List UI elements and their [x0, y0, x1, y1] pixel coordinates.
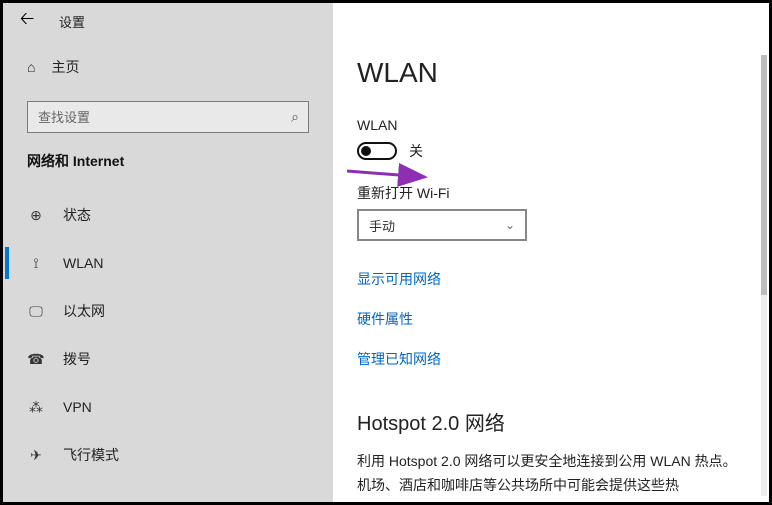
- nav-item-wlan[interactable]: ⟟ WLAN: [3, 239, 333, 287]
- window-title: 设置: [59, 12, 85, 31]
- nav-item-vpn[interactable]: ⁂ VPN: [3, 383, 333, 431]
- link-show-networks[interactable]: 显示可用网络: [357, 269, 769, 289]
- back-button[interactable]: 🡠: [9, 3, 45, 39]
- ethernet-icon: 🖵: [27, 303, 45, 320]
- nav-item-dialup[interactable]: ☎ 拨号: [3, 335, 333, 383]
- nav-label: VPN: [63, 399, 92, 415]
- sidebar: 🡠 设置 ⌂ 主页 ⌕ 网络和 Internet ⊕ 状态 ⟟ WLAN 🖵 以…: [3, 3, 333, 502]
- nav-item-status[interactable]: ⊕ 状态: [3, 191, 333, 239]
- wlan-toggle[interactable]: [357, 142, 397, 160]
- search-input[interactable]: [27, 101, 309, 133]
- content-pane: WLAN WLAN 关 重新打开 Wi-Fi 手动 ⌄ 显示可用网络 硬件属性 …: [333, 3, 769, 502]
- vpn-icon: ⁂: [27, 399, 45, 416]
- reopen-label: 重新打开 Wi-Fi: [357, 183, 769, 203]
- wlan-label: WLAN: [357, 117, 769, 133]
- nav-label: 拨号: [63, 349, 91, 369]
- nav-label: 以太网: [63, 301, 105, 321]
- home-icon: ⌂: [27, 59, 35, 75]
- wifi-icon: ⟟: [27, 255, 45, 272]
- link-manage-known[interactable]: 管理已知网络: [357, 349, 769, 369]
- nav-list: ⊕ 状态 ⟟ WLAN 🖵 以太网 ☎ 拨号 ⁂ VPN ✈ 飞行模式: [3, 191, 333, 479]
- search-icon: ⌕: [291, 109, 299, 126]
- airplane-icon: ✈: [27, 447, 45, 464]
- globe-icon: ⊕: [27, 207, 45, 224]
- reopen-select[interactable]: 手动 ⌄: [357, 209, 527, 241]
- dialup-icon: ☎: [27, 351, 45, 368]
- search-wrap: ⌕: [27, 101, 309, 133]
- page-heading: WLAN: [357, 57, 769, 89]
- hotspot-body: 利用 Hotspot 2.0 网络可以更安全地连接到公用 WLAN 热点。机场、…: [357, 450, 737, 498]
- link-hardware-props[interactable]: 硬件属性: [357, 309, 769, 329]
- reopen-value: 手动: [369, 216, 395, 235]
- wlan-toggle-row: 关: [357, 141, 769, 161]
- chevron-down-icon: ⌄: [505, 218, 515, 232]
- section-header: 网络和 Internet: [3, 149, 333, 181]
- settings-window: ─ ✕ 🡠 设置 ⌂ 主页 ⌕ 网络和 Internet ⊕ 状态 ⟟ WLAN: [0, 0, 772, 505]
- content-body: WLAN WLAN 关 重新打开 Wi-Fi 手动 ⌄ 显示可用网络 硬件属性 …: [333, 3, 769, 502]
- nav-item-airplane[interactable]: ✈ 飞行模式: [3, 431, 333, 479]
- home-label: 主页: [51, 57, 79, 77]
- nav-item-ethernet[interactable]: 🖵 以太网: [3, 287, 333, 335]
- home-link[interactable]: ⌂ 主页: [3, 39, 333, 95]
- nav-label: 状态: [63, 205, 91, 225]
- scrollbar-thumb[interactable]: [761, 55, 767, 295]
- nav-label: WLAN: [63, 255, 103, 271]
- nav-label: 飞行模式: [63, 445, 119, 465]
- hotspot-heading: Hotspot 2.0 网络: [357, 407, 769, 436]
- titlebar: 🡠 设置: [3, 3, 333, 39]
- wlan-toggle-state: 关: [409, 141, 423, 161]
